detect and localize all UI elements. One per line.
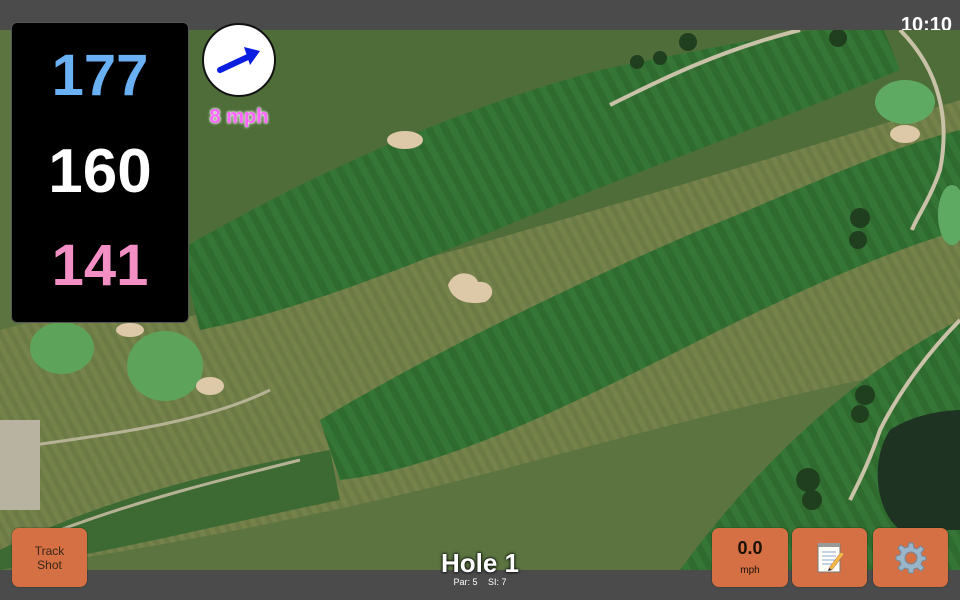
wind-indicator	[202, 23, 276, 97]
track-shot-label: Track Shot	[34, 544, 65, 572]
distance-panel: 177 160 141	[11, 22, 189, 323]
track-shot-button[interactable]: Track Shot	[12, 528, 87, 587]
gear-icon	[895, 542, 926, 574]
front-distance: 141	[51, 233, 149, 298]
hole-title: Hole 1	[440, 548, 520, 578]
hole-par: Par: 5	[453, 577, 478, 587]
wind-speed: 8 mph	[209, 106, 269, 128]
speed-value: 0.0	[737, 538, 763, 558]
hole-info: Par: 5 SI: 7	[380, 577, 580, 587]
settings-button[interactable]	[873, 528, 948, 587]
hole-stroke-index: SI: 7	[488, 577, 507, 587]
speed-button[interactable]: 0.0 mph	[712, 528, 788, 587]
middle-distance: 160	[48, 137, 152, 206]
notes-button[interactable]	[792, 528, 867, 587]
back-distance: 177	[51, 43, 149, 108]
wind-arrow-icon	[217, 47, 260, 73]
speed-unit: mph	[740, 565, 760, 576]
notepad-icon	[817, 543, 844, 573]
